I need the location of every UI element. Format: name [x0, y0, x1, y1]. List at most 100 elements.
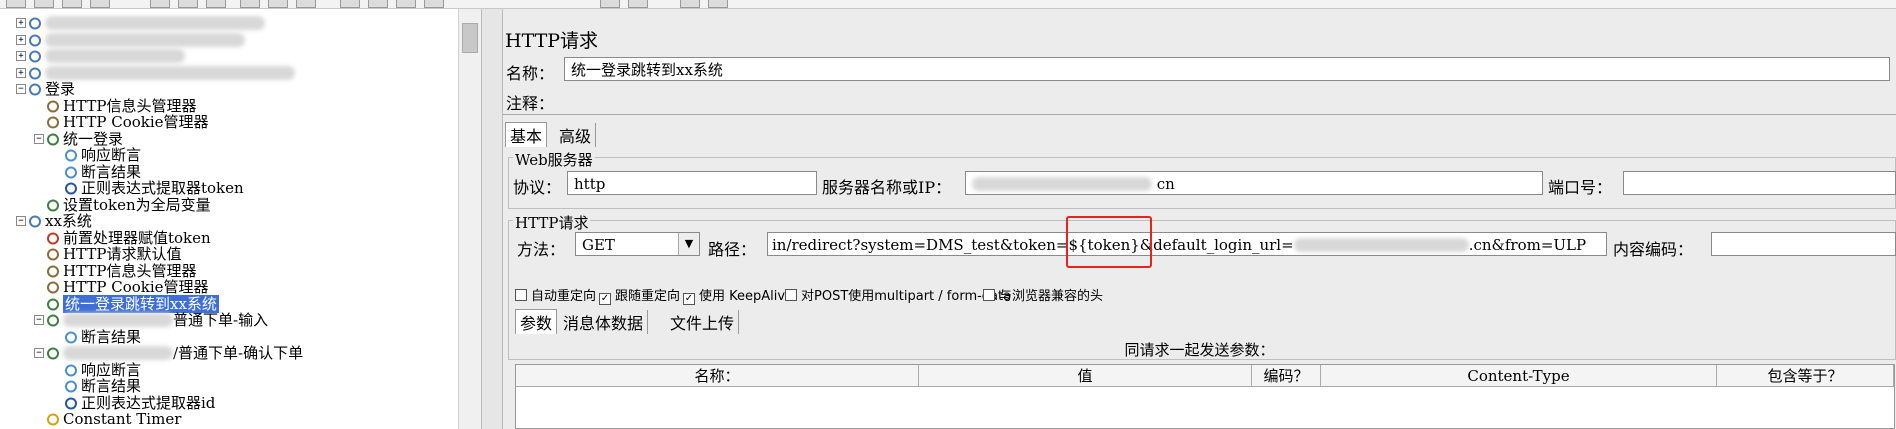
tree-node-label: 响应断言: [81, 360, 142, 379]
collapse-icon[interactable]: −: [16, 216, 26, 226]
toolbar-clear-icon[interactable]: [600, 0, 620, 8]
option-label: 与浏览器兼容的头: [999, 289, 1104, 304]
toolbar-start-no-pause-icon[interactable]: [368, 0, 388, 8]
expand-icon[interactable]: +: [16, 67, 26, 78]
tree-node[interactable]: HTTP信息头管理器: [46, 263, 196, 279]
tree-node[interactable]: Constant Timer: [46, 411, 181, 427]
tree-node[interactable]: +: [16, 15, 265, 31]
web-server-title: Web服务器: [513, 149, 595, 170]
tree-node-label: 断言结果: [81, 162, 142, 181]
tree-node[interactable]: +: [16, 32, 245, 48]
tree-scrollbar[interactable]: [458, 9, 481, 429]
tree-node[interactable]: HTTP请求默认值: [46, 246, 181, 262]
parameters-table[interactable]: 名称： 值 编码？ Content-Type 包含等于？: [515, 364, 1895, 429]
tree-node[interactable]: HTTP Cookie管理器: [46, 279, 209, 295]
path-field[interactable]: in/redirect?system=DMS_test&token=${toke…: [767, 232, 1607, 256]
tree-node[interactable]: +: [16, 65, 295, 81]
checkbox-checked-icon[interactable]: ✓: [599, 293, 611, 305]
http-request-panel: HTTP请求 名称： 统一登录跳转到xx系统 注释： 基本 高级 Web服务器 …: [503, 9, 1896, 429]
option-checkbox[interactable]: 与浏览器兼容的头: [983, 285, 1103, 304]
toolbar-search-icon[interactable]: [680, 0, 700, 8]
tree-node[interactable]: − xx系统: [16, 212, 92, 230]
tree-node[interactable]: 断言结果: [64, 329, 141, 345]
tree-node[interactable]: HTTP信息头管理器: [46, 98, 196, 114]
tree-node[interactable]: 正则表达式提取器token: [64, 180, 244, 196]
config-element-icon: [46, 281, 61, 294]
panel-splitter[interactable]: [481, 9, 503, 429]
tab-file-upload[interactable]: 文件上传: [666, 310, 740, 334]
tab-basic[interactable]: 基本: [505, 122, 548, 147]
toolbar-clear-all-icon[interactable]: [628, 0, 648, 8]
collapse-icon[interactable]: −: [34, 315, 44, 325]
toolbar-collapse-icon[interactable]: [268, 0, 288, 8]
toolbar-open-icon[interactable]: [34, 0, 54, 8]
encoding-field[interactable]: [1711, 232, 1896, 256]
toolbar-copy-icon[interactable]: [178, 0, 198, 8]
toolbar-start-icon[interactable]: [340, 0, 360, 8]
option-checkbox[interactable]: ✓ 跟随重定向: [599, 285, 680, 305]
toolbar-save-as-icon[interactable]: [90, 0, 110, 8]
checkbox-unchecked-icon[interactable]: [515, 289, 527, 301]
expand-icon[interactable]: +: [16, 18, 26, 28]
toolbar-stop-icon[interactable]: [396, 0, 416, 8]
column-header-value[interactable]: 值: [919, 365, 1252, 387]
option-checkbox[interactable]: ✓ 使用 KeepAlive: [683, 285, 793, 305]
column-header-name[interactable]: 名称：: [516, 365, 919, 387]
toolbar-expand-icon[interactable]: [240, 0, 260, 8]
tree-node[interactable]: 正则表达式提取器id: [64, 395, 215, 411]
tab-parameters[interactable]: 参数: [515, 309, 558, 334]
toolbar-shutdown-icon[interactable]: [424, 0, 444, 8]
tree-node[interactable]: − 登录: [16, 80, 76, 98]
checkbox-checked-icon[interactable]: ✓: [683, 293, 695, 305]
tree-node[interactable]: 统一登录跳转到xx系统: [46, 294, 219, 313]
chevron-down-icon[interactable]: ▼: [678, 233, 699, 255]
port-field[interactable]: [1623, 171, 1896, 195]
checkbox-unchecked-icon[interactable]: [785, 289, 797, 301]
expand-icon[interactable]: +: [16, 34, 26, 45]
toolbar-cut-icon[interactable]: [150, 0, 170, 8]
expand-icon[interactable]: +: [16, 51, 26, 61]
option-checkbox[interactable]: 自动重定向: [515, 285, 596, 304]
server-field[interactable]: cn: [965, 171, 1543, 195]
tree-node-label: xx系统: [45, 212, 92, 230]
tree-node[interactable]: +: [16, 48, 185, 64]
tree-node-label: 登录: [45, 80, 76, 98]
toolbar-toggle-icon[interactable]: [296, 0, 316, 8]
toolbar-paste-icon[interactable]: [206, 0, 226, 8]
tree-node[interactable]: 断言结果: [64, 378, 141, 394]
collapse-icon[interactable]: −: [34, 348, 44, 358]
server-field-value: cn: [1156, 175, 1175, 193]
tree-node[interactable]: − 统一登录: [34, 131, 123, 147]
thread-group-icon: [28, 50, 43, 63]
tree-node[interactable]: 断言结果: [64, 164, 141, 180]
sampler-icon: [46, 314, 61, 327]
redacted-node-label: [45, 49, 185, 63]
collapse-icon[interactable]: −: [34, 133, 44, 144]
tree-scrollbar-thumb[interactable]: [462, 23, 478, 53]
tree-node[interactable]: 响应断言: [64, 147, 141, 163]
protocol-field[interactable]: http: [567, 171, 817, 195]
config-element-icon: [46, 116, 61, 129]
toolbar-reset-search-icon[interactable]: [708, 0, 728, 8]
tab-advanced[interactable]: 高级: [555, 123, 597, 147]
toolbar-new-icon[interactable]: [6, 0, 26, 8]
collapse-icon[interactable]: −: [16, 84, 26, 94]
assertion-icon: [64, 331, 79, 344]
checkbox-unchecked-icon[interactable]: [983, 289, 995, 301]
tree-node[interactable]: 设置token为全局变量: [46, 197, 211, 213]
tree-node-label: 前置处理器赋值token: [63, 228, 211, 247]
option-checkbox[interactable]: 对POST使用multipart / form-data: [785, 285, 1011, 304]
method-select[interactable]: GET ▼: [575, 232, 700, 256]
tree-node[interactable]: − 普通下单-输入: [34, 312, 268, 328]
toolbar-save-icon[interactable]: [62, 0, 82, 8]
column-header-include-equals[interactable]: 包含等于？: [1717, 365, 1894, 387]
tree-node[interactable]: 响应断言: [64, 362, 141, 378]
tree-node[interactable]: − /普通下单-确认下单: [34, 345, 303, 361]
column-header-encode[interactable]: 编码？: [1252, 365, 1321, 387]
comment-field[interactable]: [564, 87, 1890, 111]
tab-body-data[interactable]: 消息体数据: [559, 310, 649, 334]
tree-node[interactable]: HTTP Cookie管理器: [46, 114, 209, 130]
tree-node[interactable]: 前置处理器赋值token: [46, 230, 211, 246]
column-header-content-type[interactable]: Content-Type: [1321, 365, 1717, 387]
name-field[interactable]: 统一登录跳转到xx系统: [564, 57, 1890, 81]
